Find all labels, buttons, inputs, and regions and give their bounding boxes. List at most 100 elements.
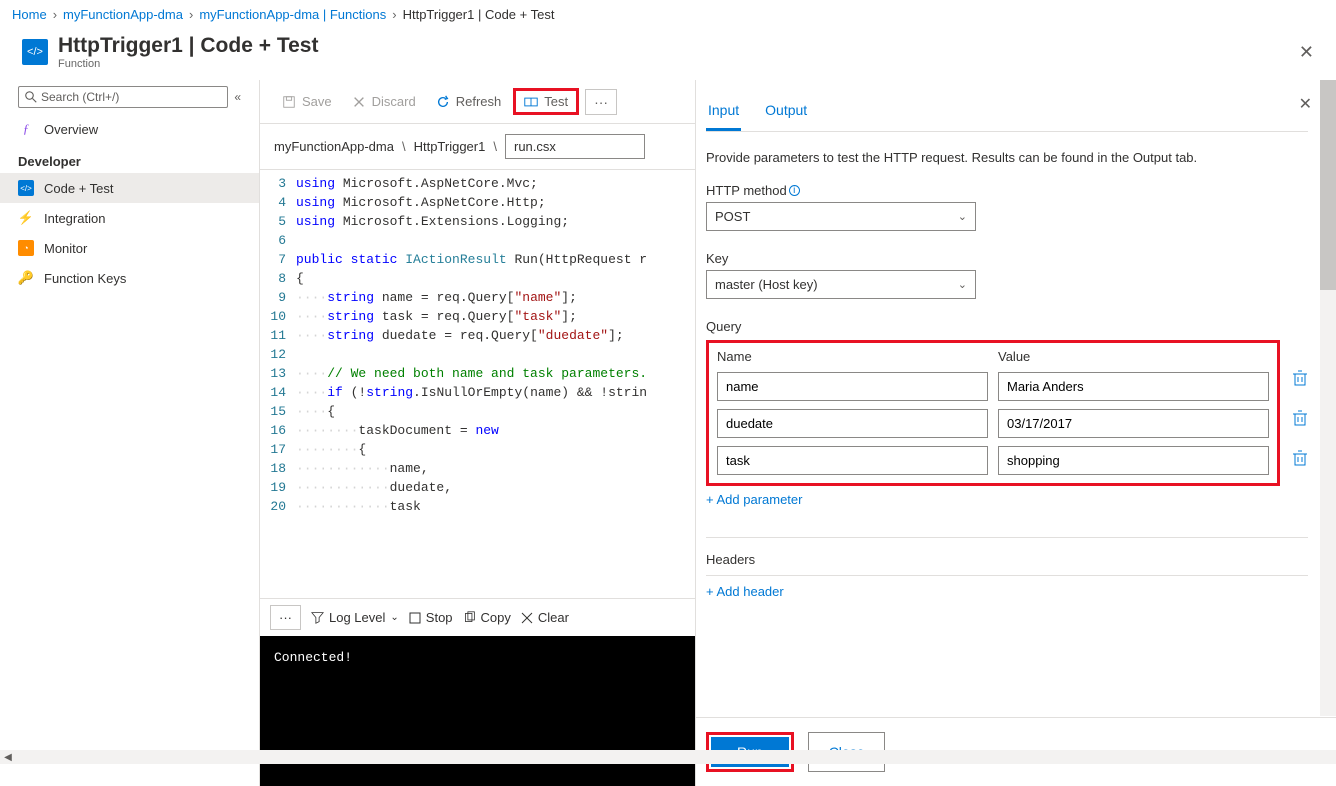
sidebar-item-overview[interactable]: ƒ Overview <box>0 114 259 144</box>
dropdown-value: POST <box>715 209 750 224</box>
search-icon <box>25 91 37 103</box>
page-title: HttpTrigger1 | Code + Test <box>58 34 1299 58</box>
page-subtitle: Function <box>58 58 1299 70</box>
clear-icon <box>521 612 533 624</box>
query-row <box>717 409 1269 438</box>
sidebar-item-label: Overview <box>44 122 98 137</box>
breadcrumb-functions[interactable]: myFunctionApp-dma | Functions <box>199 7 386 22</box>
search-placeholder: Search (Ctrl+/) <box>41 90 119 104</box>
file-path: myFunctionApp-dma \ HttpTrigger1 \ run.c… <box>260 124 695 170</box>
chevron-down-icon: ⌄ <box>958 278 967 291</box>
breadcrumb-home[interactable]: Home <box>12 7 47 22</box>
stop-icon <box>409 612 421 624</box>
search-input[interactable]: Search (Ctrl+/) <box>18 86 228 108</box>
chevron-right-icon: › <box>189 7 193 22</box>
toolbar-label: Save <box>302 94 332 109</box>
breadcrumb-current: HttpTrigger1 | Code + Test <box>403 7 555 22</box>
info-icon[interactable]: i <box>789 185 800 196</box>
sidebar-item-monitor[interactable]: ◔ Monitor <box>0 233 259 263</box>
log-label: Log Level <box>329 610 385 625</box>
delete-row-icon[interactable] <box>1292 450 1308 466</box>
panel-scrollbar[interactable] <box>1320 80 1336 716</box>
discard-icon <box>352 95 366 109</box>
sidebar-item-integration[interactable]: ⚡ Integration <box>0 203 259 233</box>
sidebar-heading-developer: Developer <box>0 144 259 173</box>
chevron-down-icon: ⌄ <box>390 612 398 623</box>
console-line: Connected! <box>274 650 352 665</box>
sidebar-item-label: Monitor <box>44 241 87 256</box>
test-panel: ✕ Input Output Provide parameters to tes… <box>696 80 1336 786</box>
chevron-right-icon: › <box>392 7 396 22</box>
delete-row-icon[interactable] <box>1292 370 1308 386</box>
discard-button[interactable]: Discard <box>344 90 424 113</box>
log-toolbar: ··· Log Level ⌄ Stop Copy Clear <box>260 598 695 636</box>
panel-description: Provide parameters to test the HTTP requ… <box>706 150 1308 165</box>
http-method-label: HTTP method i <box>706 183 1308 198</box>
path-segment: myFunctionApp-dma <box>274 139 394 154</box>
tab-input[interactable]: Input <box>706 98 741 131</box>
key-label: Key <box>706 251 1308 266</box>
key-icon: 🔑 <box>18 270 34 286</box>
refresh-icon <box>436 95 450 109</box>
file-dropdown[interactable]: run.csx <box>505 134 645 159</box>
copy-icon <box>463 611 476 624</box>
key-dropdown[interactable]: master (Host key) ⌄ <box>706 270 976 299</box>
test-button[interactable]: Test <box>513 88 579 115</box>
dropdown-value: master (Host key) <box>715 277 818 292</box>
query-name-input[interactable] <box>717 409 988 438</box>
clear-button[interactable]: Clear <box>521 610 569 625</box>
page-header: </> HttpTrigger1 | Code + Test Function … <box>0 28 1336 80</box>
query-value-input[interactable] <box>998 446 1269 475</box>
close-button[interactable]: ✕ <box>1299 42 1314 63</box>
horizontal-scrollbar[interactable]: ◀ <box>0 750 1336 764</box>
http-method-dropdown[interactable]: POST ⌄ <box>706 202 976 231</box>
log-more-button[interactable]: ··· <box>270 605 301 630</box>
query-value-header: Value <box>998 349 1269 364</box>
scroll-left-icon[interactable]: ◀ <box>0 752 16 763</box>
line-gutter: 34567891011121314151617181920 <box>260 170 296 598</box>
loglevel-button[interactable]: Log Level ⌄ <box>311 610 399 625</box>
lightning-icon: ⚡ <box>18 210 34 226</box>
editor-column: Save Discard Refresh Test ··· myFunction… <box>260 80 696 786</box>
sidebar-item-function-keys[interactable]: 🔑 Function Keys <box>0 263 259 293</box>
query-params-box: Name Value <box>706 340 1280 486</box>
test-icon <box>524 95 538 109</box>
chevron-right-icon: › <box>53 7 57 22</box>
more-button[interactable]: ··· <box>585 89 617 115</box>
collapse-sidebar-icon[interactable]: « <box>234 90 241 104</box>
monitor-icon: ◔ <box>18 240 34 256</box>
save-button[interactable]: Save <box>274 90 340 113</box>
filter-icon <box>311 611 324 624</box>
breadcrumb: Home › myFunctionApp-dma › myFunctionApp… <box>0 0 1336 28</box>
panel-close-button[interactable]: ✕ <box>1299 94 1312 114</box>
headers-heading: Headers <box>706 552 1308 567</box>
code-editor[interactable]: 34567891011121314151617181920 using Micr… <box>260 170 695 598</box>
query-value-input[interactable] <box>998 372 1269 401</box>
panel-tabs: Input Output <box>706 98 1308 132</box>
breadcrumb-app[interactable]: myFunctionApp-dma <box>63 7 183 22</box>
add-parameter-link[interactable]: + Add parameter <box>706 492 802 507</box>
log-label: Copy <box>481 610 511 625</box>
log-label: Stop <box>426 610 453 625</box>
save-icon <box>282 95 296 109</box>
stop-button[interactable]: Stop <box>409 610 453 625</box>
code-icon: </> <box>18 180 34 196</box>
refresh-button[interactable]: Refresh <box>428 90 510 113</box>
toolbar-label: Refresh <box>456 94 502 109</box>
tab-output[interactable]: Output <box>763 98 809 131</box>
delete-row-icon[interactable] <box>1292 410 1308 426</box>
chevron-down-icon: ⌄ <box>958 210 967 223</box>
query-name-input[interactable] <box>717 372 988 401</box>
query-value-input[interactable] <box>998 409 1269 438</box>
path-separator: \ <box>493 139 497 154</box>
copy-button[interactable]: Copy <box>463 610 511 625</box>
toolbar-label: Discard <box>372 94 416 109</box>
sidebar-item-code-test[interactable]: </> Code + Test <box>0 173 259 203</box>
add-header-link[interactable]: + Add header <box>706 584 784 599</box>
sidebar-item-label: Integration <box>44 211 105 226</box>
query-name-input[interactable] <box>717 446 988 475</box>
code-content[interactable]: using Microsoft.AspNetCore.Mvc; using Mi… <box>296 170 695 598</box>
toolbar: Save Discard Refresh Test ··· <box>260 80 695 124</box>
log-label: Clear <box>538 610 569 625</box>
sidebar-item-label: Code + Test <box>44 181 114 196</box>
